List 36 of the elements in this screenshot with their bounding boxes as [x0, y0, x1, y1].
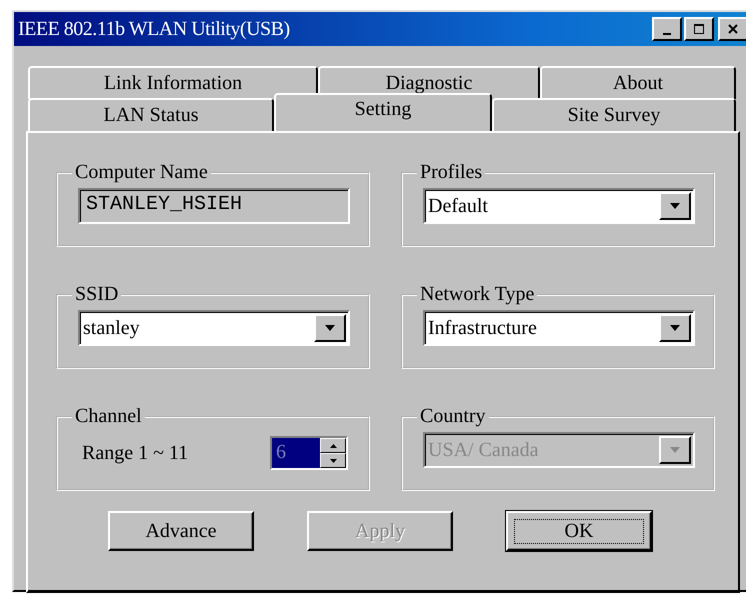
range-label: Range 1 ~ 11	[82, 442, 188, 464]
group-label: Channel	[74, 405, 143, 428]
minimize-button[interactable]	[652, 17, 682, 41]
caret-icon	[670, 325, 680, 331]
group-label: SSID	[74, 283, 120, 306]
tab[interactable]: LAN Status	[28, 98, 274, 131]
group-label: Country	[419, 405, 487, 428]
dropdown[interactable]: Default	[423, 188, 695, 224]
spin-box[interactable]: 6	[270, 436, 348, 470]
caret-icon	[670, 447, 680, 453]
group-label: Computer Name	[74, 161, 209, 184]
dropdown[interactable]: stanley	[78, 310, 350, 346]
dropdown-button[interactable]	[659, 192, 691, 220]
group-label: Profiles	[419, 161, 484, 184]
tab[interactable]: Setting	[274, 93, 492, 131]
minimize-icon	[663, 33, 671, 35]
close-icon	[726, 22, 740, 36]
dropdown-button[interactable]	[659, 314, 691, 342]
tab[interactable]: Site Survey	[492, 98, 736, 131]
spin-down-button[interactable]	[320, 453, 346, 468]
maximize-button[interactable]	[684, 17, 714, 41]
up-icon	[330, 444, 336, 448]
window-title: IEEE 802.11b WLAN Utility(USB)	[18, 18, 290, 40]
close-button[interactable]	[718, 17, 746, 41]
tab[interactable]: About	[540, 66, 736, 99]
dropdown-button[interactable]	[314, 314, 346, 342]
tab[interactable]: Link Information	[28, 66, 318, 99]
maximize-icon	[692, 22, 706, 36]
dropdown[interactable]: Infrastructure	[423, 310, 695, 346]
dialog-button[interactable]: Advance	[108, 511, 254, 551]
spin-up-button[interactable]	[320, 438, 346, 453]
caret-icon	[670, 203, 680, 209]
group-label: Network Type	[419, 283, 536, 306]
caret-icon	[325, 325, 335, 331]
down-icon	[330, 458, 336, 462]
dialog-button[interactable]: OK	[506, 511, 652, 551]
